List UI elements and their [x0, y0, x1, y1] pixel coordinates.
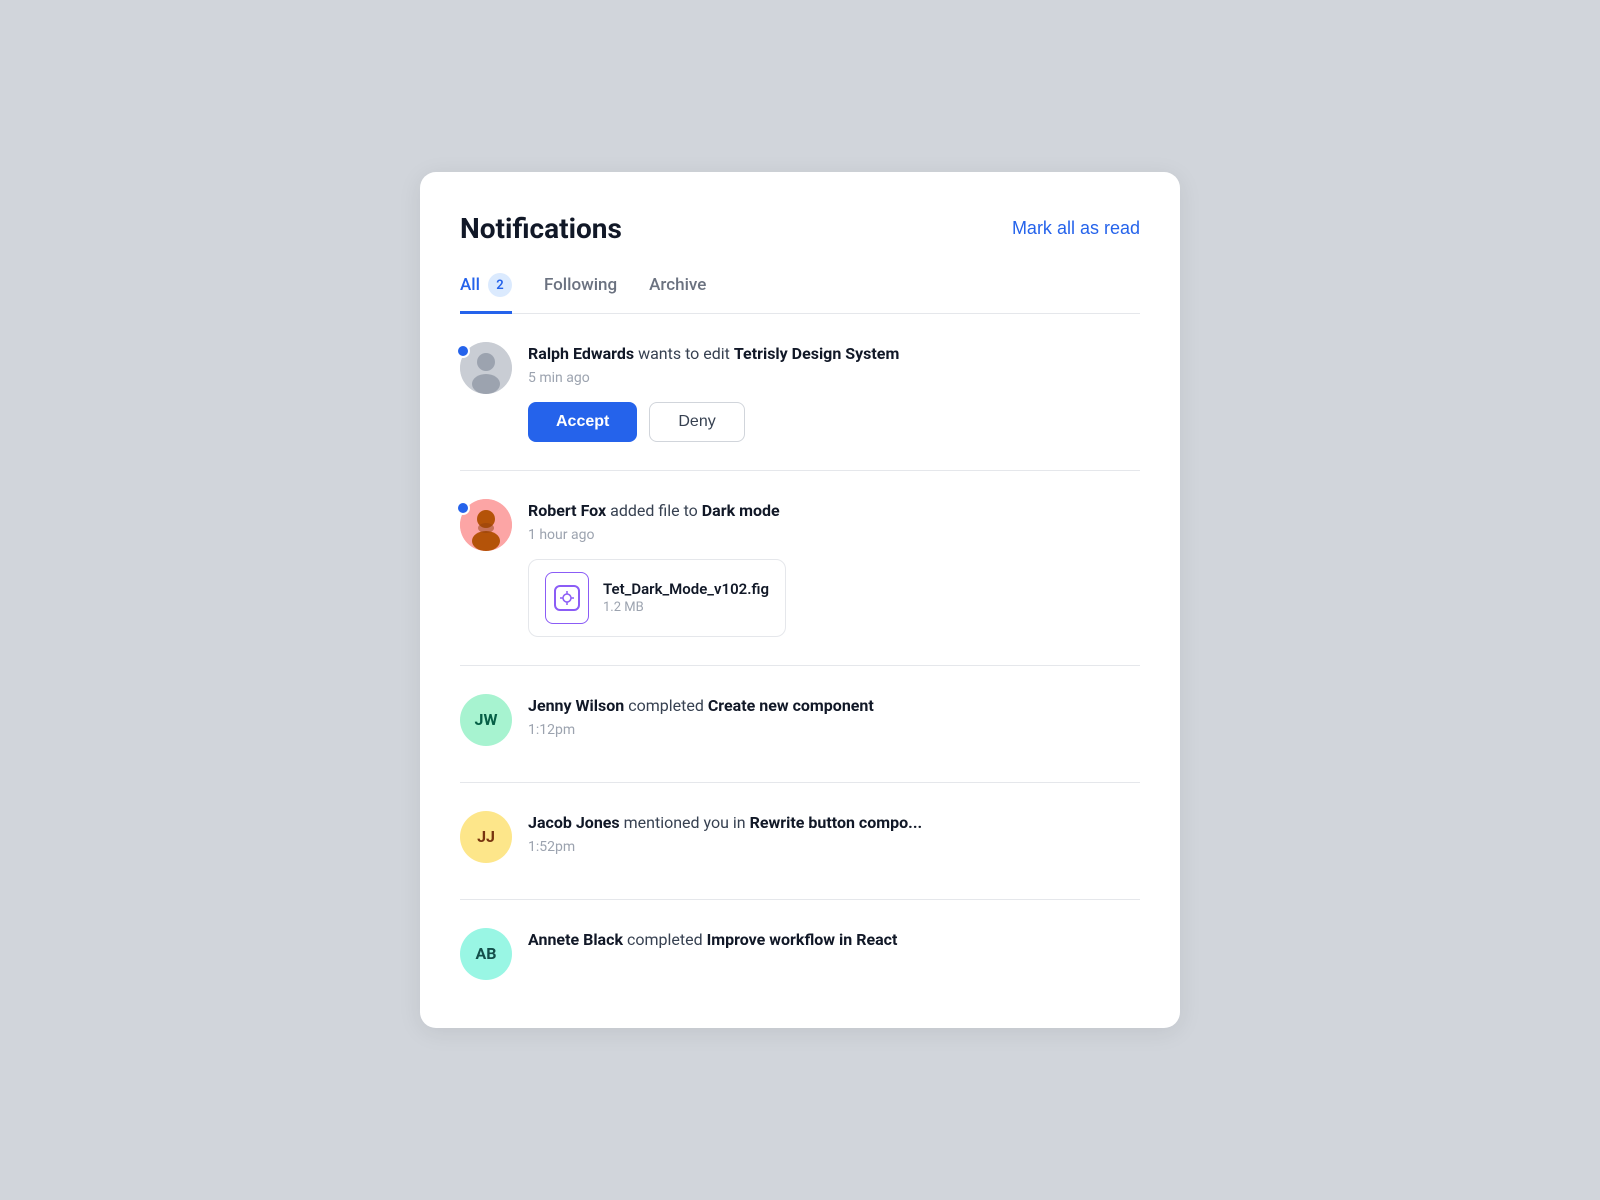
- notification-content: Annete Black completed Improve workflow …: [528, 928, 1140, 956]
- deny-button[interactable]: Deny: [649, 402, 744, 442]
- notification-item: JW Jenny Wilson completed Create new com…: [460, 666, 1140, 783]
- notification-target: Tetrisly Design System: [734, 344, 899, 363]
- panel-title: Notifications: [460, 212, 622, 245]
- notification-user: Robert Fox: [528, 501, 606, 520]
- tabs-bar: All 2 Following Archive: [460, 273, 1140, 314]
- action-buttons: Accept Deny: [528, 402, 1140, 442]
- avatar-wrapper: JW: [460, 694, 512, 746]
- avatar-wrapper: [460, 499, 512, 551]
- avatar-wrapper: AB: [460, 928, 512, 980]
- notification-text: Jenny Wilson completed Create new compon…: [528, 694, 1140, 718]
- notification-user: Jenny Wilson: [528, 696, 624, 715]
- file-attachment[interactable]: Tet_Dark_Mode_v102.fig 1.2 MB: [528, 559, 786, 637]
- avatar: AB: [460, 928, 512, 980]
- notification-list: Ralph Edwards wants to edit Tetrisly Des…: [460, 314, 1140, 1008]
- notification-action: mentioned you in: [620, 813, 750, 832]
- file-name: Tet_Dark_Mode_v102.fig: [603, 580, 769, 598]
- file-size: 1.2 MB: [603, 600, 769, 615]
- avatar: JW: [460, 694, 512, 746]
- avatar: JJ: [460, 811, 512, 863]
- avatar-wrapper: [460, 342, 512, 394]
- notification-item: Ralph Edwards wants to edit Tetrisly Des…: [460, 314, 1140, 471]
- tab-archive[interactable]: Archive: [649, 275, 706, 312]
- notifications-panel: Notifications Mark all as read All 2 Fol…: [420, 172, 1180, 1028]
- notification-action: completed: [623, 930, 707, 949]
- panel-header: Notifications Mark all as read: [460, 212, 1140, 245]
- notification-text: Ralph Edwards wants to edit Tetrisly Des…: [528, 342, 1140, 366]
- notification-target: Rewrite button compo...: [750, 813, 923, 832]
- notification-user: Ralph Edwards: [528, 344, 634, 363]
- unread-dot: [456, 344, 470, 358]
- notification-target: Create new component: [708, 696, 874, 715]
- file-info: Tet_Dark_Mode_v102.fig 1.2 MB: [603, 580, 769, 615]
- notification-item: AB Annete Black completed Improve workfl…: [460, 900, 1140, 1008]
- tab-following[interactable]: Following: [544, 275, 617, 312]
- notification-time: 5 min ago: [528, 370, 1140, 386]
- notification-action: added file to: [606, 501, 702, 520]
- accept-button[interactable]: Accept: [528, 402, 637, 442]
- tab-all-label: All: [460, 275, 480, 295]
- tab-all[interactable]: All 2: [460, 273, 512, 314]
- notification-user: Jacob Jones: [528, 813, 620, 832]
- unread-dot: [456, 501, 470, 515]
- notification-item: Robert Fox added file to Dark mode 1 hou…: [460, 471, 1140, 666]
- notification-content: Ralph Edwards wants to edit Tetrisly Des…: [528, 342, 1140, 442]
- notification-text: Robert Fox added file to Dark mode: [528, 499, 1140, 523]
- tab-all-badge: 2: [488, 273, 512, 297]
- tab-following-label: Following: [544, 275, 617, 295]
- tab-archive-label: Archive: [649, 275, 706, 295]
- notification-action: completed: [624, 696, 708, 715]
- notification-content: Jacob Jones mentioned you in Rewrite but…: [528, 811, 1140, 871]
- notification-action: wants to edit: [634, 344, 734, 363]
- notification-content: Jenny Wilson completed Create new compon…: [528, 694, 1140, 754]
- avatar-initials: JJ: [477, 827, 495, 846]
- file-icon: [545, 572, 589, 624]
- avatar-initials: JW: [475, 710, 498, 729]
- notification-content: Robert Fox added file to Dark mode 1 hou…: [528, 499, 1140, 637]
- notification-text: Jacob Jones mentioned you in Rewrite but…: [528, 811, 1140, 835]
- notification-time: 1:12pm: [528, 722, 1140, 738]
- mark-all-read-button[interactable]: Mark all as read: [1012, 218, 1140, 239]
- notification-user: Annete Black: [528, 930, 623, 949]
- avatar-initials: AB: [476, 944, 497, 963]
- notification-item: JJ Jacob Jones mentioned you in Rewrite …: [460, 783, 1140, 900]
- notification-time: 1 hour ago: [528, 527, 1140, 543]
- notification-target: Improve workflow in React: [707, 930, 898, 949]
- avatar-wrapper: JJ: [460, 811, 512, 863]
- notification-text: Annete Black completed Improve workflow …: [528, 928, 1140, 952]
- notification-time: 1:52pm: [528, 839, 1140, 855]
- notification-target: Dark mode: [702, 501, 780, 520]
